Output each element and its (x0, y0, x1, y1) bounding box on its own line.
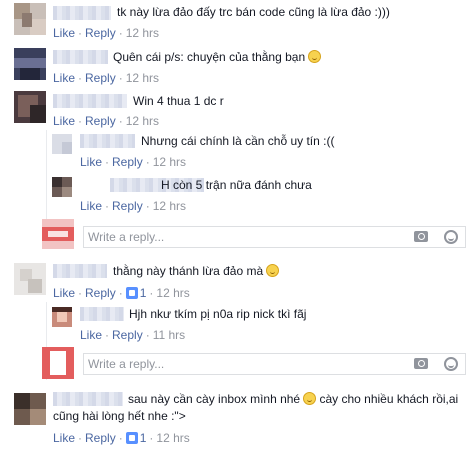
timestamp[interactable]: 12 hrs (126, 114, 159, 128)
reply-link[interactable]: Reply (85, 71, 116, 85)
smiley-icon[interactable] (444, 230, 458, 244)
commenter-name[interactable] (53, 264, 107, 278)
reply-link[interactable]: Reply (112, 199, 143, 213)
like-count[interactable]: 1 (140, 286, 147, 300)
comment-text: thằng này thánh lừa đảo mà (113, 263, 280, 279)
comment-actions: Like · Reply · 1 · 12 hrs (53, 431, 190, 445)
comment-actions: Like · Reply · 12 hrs (53, 26, 160, 40)
commenter-name[interactable] (53, 94, 127, 108)
comment: Win 4 thua 1 dc r Like · Reply · 12 hrs (0, 88, 476, 130)
reply: Hjh nkư tkím pị n0a rip nick tkì fãj Lik… (50, 303, 476, 345)
like-link[interactable]: Like (53, 114, 75, 128)
reply-link[interactable]: Reply (85, 26, 116, 40)
timestamp[interactable]: 12 hrs (156, 431, 189, 445)
reply-box (83, 353, 466, 375)
camera-icon[interactable] (414, 231, 428, 242)
timestamp[interactable]: 12 hrs (156, 286, 189, 300)
comment-text-line2: cũng hài lòng hết nhe :"> (53, 409, 186, 423)
like-link[interactable]: Like (53, 71, 75, 85)
timestamp[interactable]: 11 hrs (153, 328, 185, 342)
reply-link[interactable]: Reply (85, 114, 116, 128)
commenter-name[interactable] (80, 307, 124, 321)
commenter-name[interactable] (53, 50, 108, 64)
like-link[interactable]: Like (80, 328, 102, 342)
commenter-name[interactable] (53, 392, 123, 406)
reply-link[interactable]: Reply (85, 286, 116, 300)
comment-text: Hjh nkư tkím pị n0a rip nick tkì fãj (129, 307, 307, 321)
like-link[interactable]: Like (80, 199, 102, 213)
comment-text: tk này lừa đảo đấy trc bán code cũng là … (117, 5, 390, 19)
reply-input[interactable] (84, 227, 384, 247)
avatar[interactable] (52, 134, 72, 154)
comment-text: Quên cái p/s: chuyện của thằng bạn (113, 49, 322, 65)
tongue-emoji-icon (308, 50, 322, 63)
avatar[interactable] (52, 307, 72, 327)
timestamp[interactable]: 12 hrs (153, 155, 186, 169)
smile-emoji-icon (303, 392, 317, 405)
comment-actions: Like · Reply · 12 hrs (80, 155, 187, 169)
avatar[interactable] (52, 177, 72, 197)
timestamp[interactable]: 12 hrs (153, 199, 186, 213)
like-link[interactable]: Like (53, 26, 75, 40)
smiley-icon[interactable] (444, 357, 458, 371)
comment-text: sau này cần cày inbox mình nhé cày cho n… (128, 392, 459, 406)
current-user-avatar (42, 219, 74, 249)
comment-text: Win 4 thua 1 dc r (133, 94, 224, 108)
like-thumb-icon (125, 432, 138, 444)
comment-text: Nhưng cái chính là cần chỗ uy tín :(( (141, 134, 335, 148)
avatar[interactable] (14, 91, 46, 123)
comment: Quên cái p/s: chuyện của thằng bạn Like ·… (0, 44, 476, 88)
tongue-emoji-icon (266, 264, 280, 277)
camera-icon[interactable] (414, 358, 428, 369)
timestamp[interactable]: 12 hrs (126, 26, 159, 40)
comment-actions: Like · Reply · 12 hrs (53, 114, 160, 128)
like-count[interactable]: 1 (140, 431, 147, 445)
commenter-name[interactable] (80, 134, 135, 148)
comment-actions: Like · Reply · 11 hrs (80, 328, 186, 342)
comment: tk này lừa đảo đấy trc bán code cũng là … (0, 0, 476, 44)
avatar[interactable] (14, 393, 46, 425)
reply-input[interactable] (84, 354, 384, 374)
avatar[interactable] (14, 3, 46, 35)
reply: H còn 5 trận nữa đánh chưa Like · Reply · 12… (50, 174, 476, 218)
avatar[interactable] (14, 48, 46, 80)
reply: Nhưng cái chính là cần chỗ uy tín :(( Li… (50, 130, 476, 174)
reply-box (83, 226, 466, 248)
like-thumb-icon (125, 287, 138, 299)
comment: thằng này thánh lừa đảo mà Like · Reply · 1 ·… (0, 258, 476, 302)
comment-actions: Like · Reply · 12 hrs (80, 199, 187, 213)
reply-link[interactable]: Reply (112, 155, 143, 169)
like-link[interactable]: Like (80, 155, 102, 169)
like-link[interactable]: Like (53, 286, 75, 300)
commenter-name[interactable] (53, 6, 111, 20)
comment-text: H còn 5 trận nữa đánh chưa (161, 178, 312, 192)
reply-link[interactable]: Reply (112, 328, 143, 342)
current-user-avatar (42, 347, 74, 379)
timestamp[interactable]: 12 hrs (126, 71, 159, 85)
comment-actions: Like · Reply · 1 · 12 hrs (53, 286, 190, 300)
reply-link[interactable]: Reply (85, 431, 116, 445)
avatar[interactable] (14, 263, 46, 295)
comment-actions: Like · Reply · 12 hrs (53, 71, 160, 85)
like-link[interactable]: Like (53, 431, 75, 445)
comment: sau này cần cày inbox mình nhé cày cho n… (0, 386, 476, 450)
